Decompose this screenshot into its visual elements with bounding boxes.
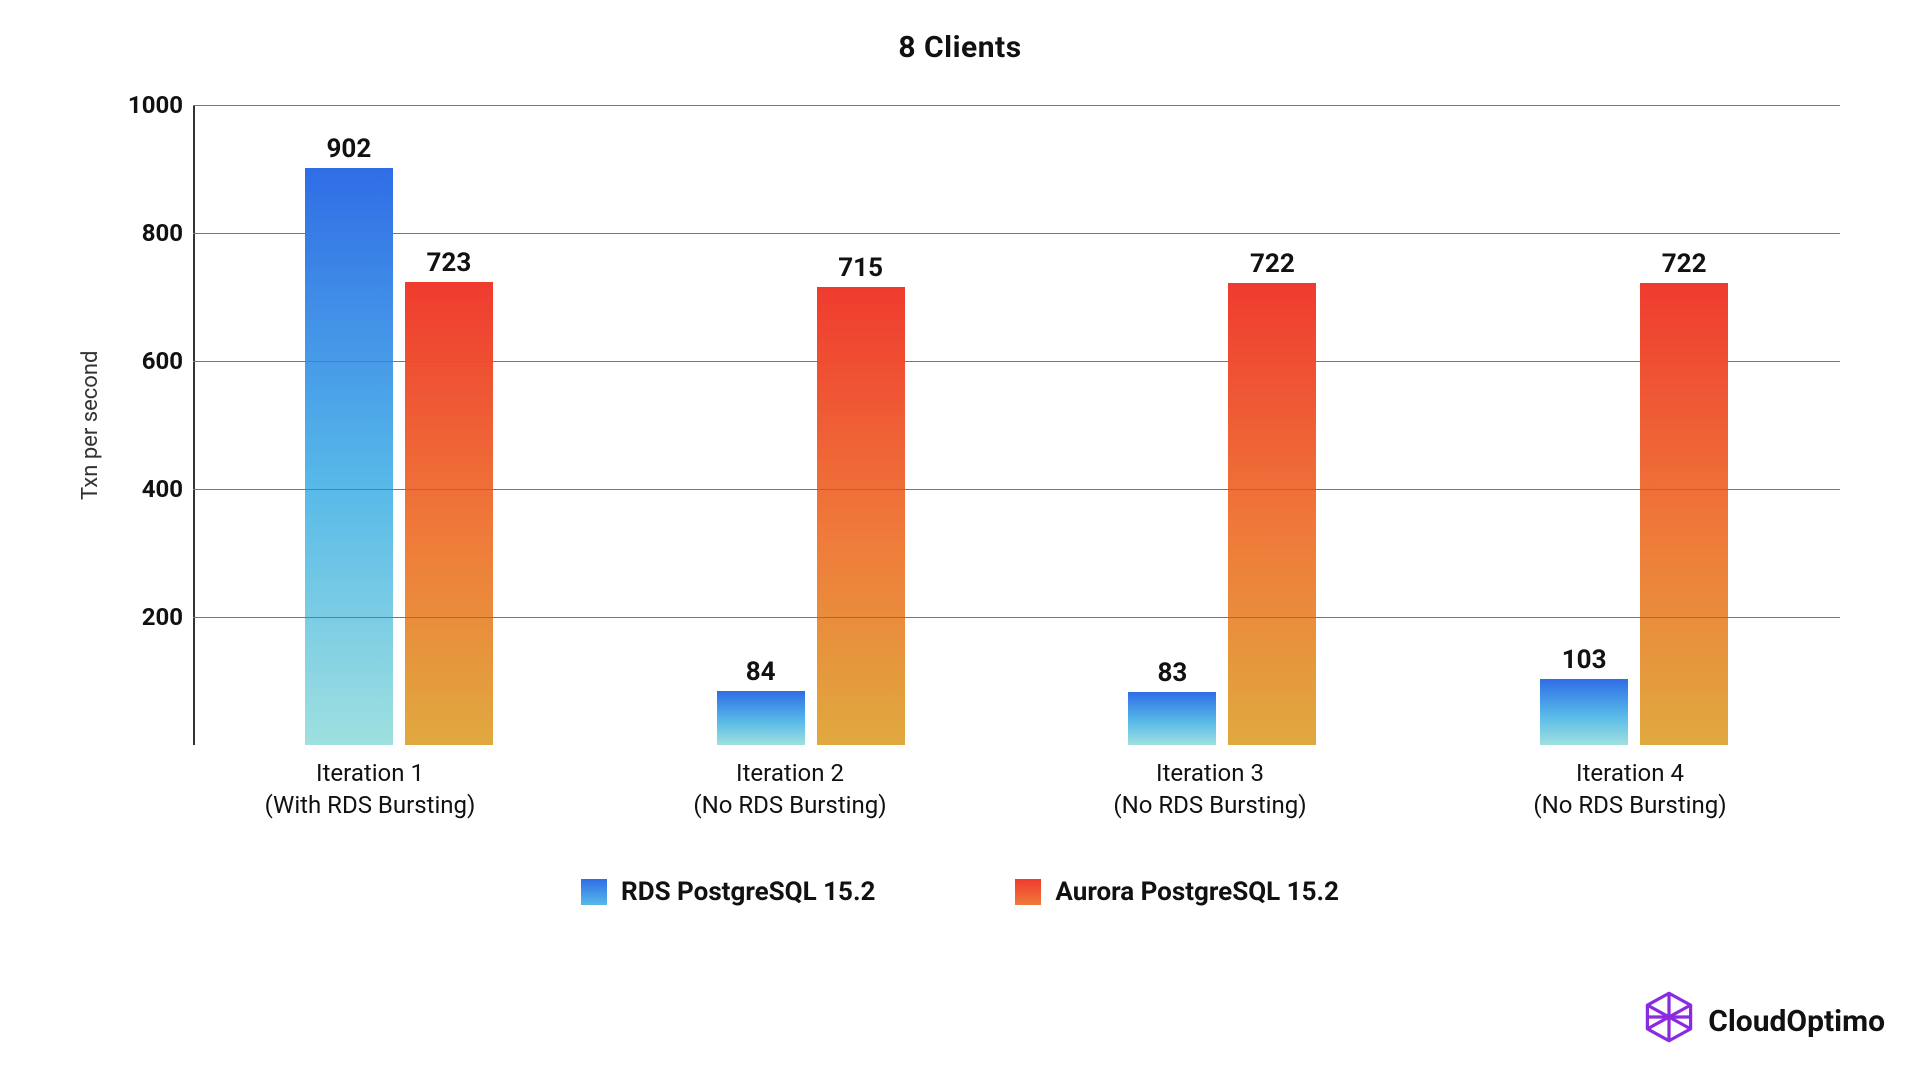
x-tick-line1: Iteration 2 — [580, 757, 1000, 789]
cloudoptimo-icon — [1642, 990, 1696, 1052]
x-tick-label: Iteration 1(With RDS Bursting) — [160, 757, 580, 822]
legend-item-aurora: Aurora PostgreSQL 15.2 — [1015, 877, 1339, 907]
bar-aurora: 715 — [817, 287, 905, 745]
y-axis-label: Txn per second — [70, 105, 103, 745]
chart-title: 8 Clients — [70, 30, 1850, 65]
bar-value-label: 722 — [1250, 249, 1295, 279]
bar-aurora: 723 — [405, 282, 493, 745]
grid-line — [193, 361, 1840, 362]
chart-container: 8 Clients Txn per second 902723847158372… — [70, 30, 1850, 1040]
legend: RDS PostgreSQL 15.2 Aurora PostgreSQL 15… — [70, 877, 1850, 907]
bar-value-label: 83 — [1157, 658, 1187, 688]
legend-label-aurora: Aurora PostgreSQL 15.2 — [1055, 877, 1339, 907]
bar-value-label: 722 — [1662, 249, 1707, 279]
x-tick-line1: Iteration 3 — [1000, 757, 1420, 789]
bar-rds: 103 — [1540, 679, 1628, 745]
x-tick-line2: (No RDS Bursting) — [580, 789, 1000, 821]
x-tick-label: Iteration 3(No RDS Bursting) — [1000, 757, 1420, 822]
x-tick-line2: (With RDS Bursting) — [160, 789, 580, 821]
bar-aurora: 722 — [1228, 283, 1316, 745]
x-tick-line2: (No RDS Bursting) — [1000, 789, 1420, 821]
bar-group: 83722 — [1017, 105, 1429, 745]
bar-value-label: 723 — [426, 248, 471, 278]
bars-container: 9027238471583722103722 — [193, 105, 1840, 745]
y-tick-label: 600 — [123, 347, 183, 375]
bar-group: 902723 — [193, 105, 605, 745]
grid-line — [193, 233, 1840, 234]
bar-value-label: 103 — [1562, 645, 1607, 675]
bar-rds: 902 — [305, 168, 393, 745]
x-tick-line1: Iteration 4 — [1420, 757, 1840, 789]
grid-line — [193, 489, 1840, 490]
brand-logo: CloudOptimo — [1642, 990, 1885, 1052]
plot-row: Txn per second 9027238471583722103722 20… — [70, 105, 1850, 745]
bar-aurora: 722 — [1640, 283, 1728, 745]
grid-line — [193, 105, 1840, 106]
y-tick-label: 1000 — [123, 91, 183, 119]
y-tick-label: 800 — [123, 219, 183, 247]
x-tick-line1: Iteration 1 — [160, 757, 580, 789]
legend-label-rds: RDS PostgreSQL 15.2 — [621, 877, 875, 907]
bar-value-label: 84 — [746, 657, 776, 687]
x-tick-label: Iteration 2(No RDS Bursting) — [580, 757, 1000, 822]
x-tick-label: Iteration 4(No RDS Bursting) — [1420, 757, 1840, 822]
brand-name: CloudOptimo — [1708, 1004, 1885, 1039]
y-tick-label: 200 — [123, 603, 183, 631]
x-tick-line2: (No RDS Bursting) — [1420, 789, 1840, 821]
bar-value-label: 902 — [326, 134, 371, 164]
bar-rds: 83 — [1128, 692, 1216, 745]
plot-area: 9027238471583722103722 2004006008001000 — [123, 105, 1850, 745]
bar-group: 103722 — [1428, 105, 1840, 745]
bar-value-label: 715 — [838, 253, 883, 283]
bar-rds: 84 — [717, 691, 805, 745]
bar-group: 84715 — [605, 105, 1017, 745]
x-axis-labels: Iteration 1(With RDS Bursting)Iteration … — [160, 757, 1840, 822]
legend-swatch-aurora — [1015, 879, 1041, 905]
legend-item-rds: RDS PostgreSQL 15.2 — [581, 877, 875, 907]
y-tick-label: 400 — [123, 475, 183, 503]
legend-swatch-rds — [581, 879, 607, 905]
grid-line — [193, 617, 1840, 618]
